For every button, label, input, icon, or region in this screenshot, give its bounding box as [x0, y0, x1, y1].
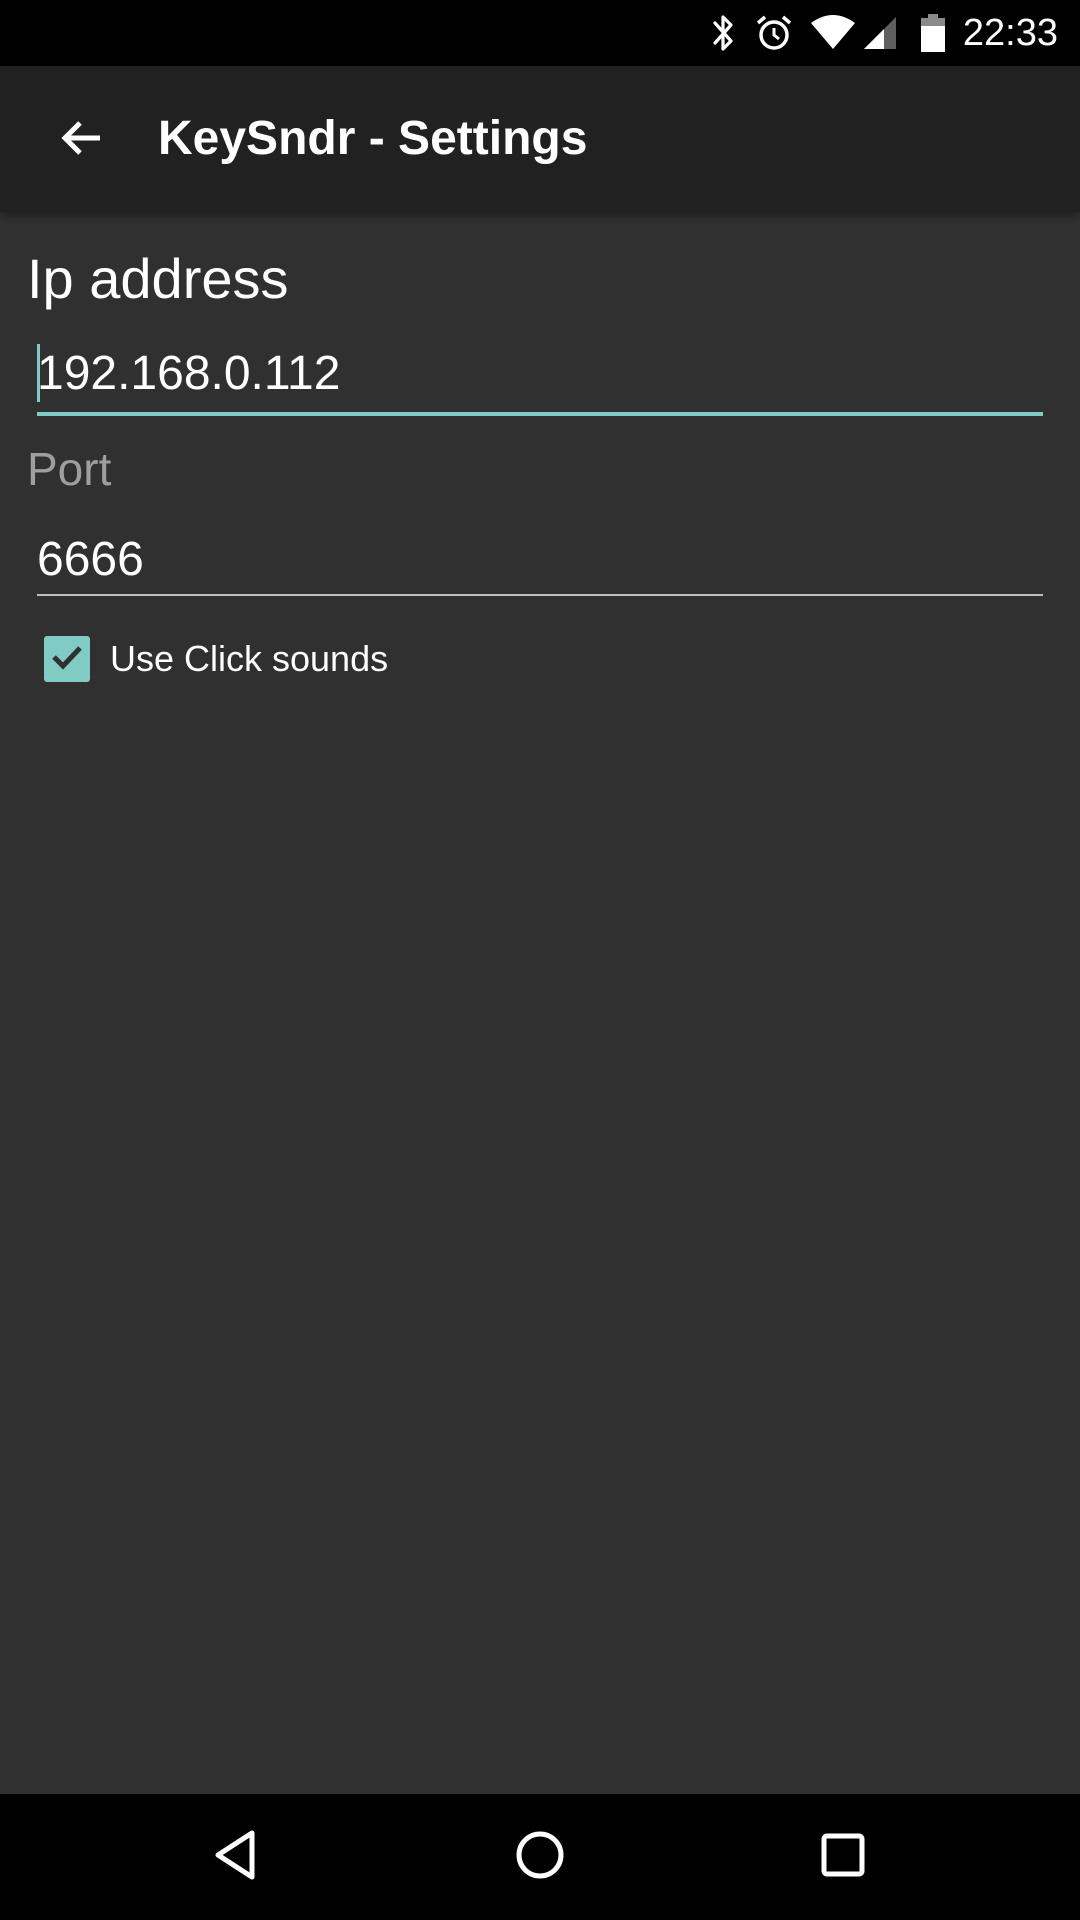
app-bar: KeySndr - Settings — [0, 66, 1080, 212]
bluetooth-icon — [706, 0, 742, 66]
wifi-icon — [808, 0, 858, 66]
back-triangle-icon — [208, 1827, 264, 1887]
arrow-back-icon — [58, 114, 106, 166]
status-bar: 22:33 — [0, 0, 1080, 66]
port-label: Port — [27, 443, 112, 495]
back-button[interactable] — [34, 92, 130, 188]
click-sounds-option[interactable]: Use Click sounds — [44, 636, 388, 682]
alarm-icon — [752, 0, 796, 66]
port-field[interactable]: 6666 — [37, 520, 1043, 596]
ip-address-label: Ip address — [27, 247, 289, 310]
click-sounds-checkbox[interactable] — [44, 636, 90, 682]
nav-back-button[interactable] — [191, 1812, 281, 1902]
page-title: KeySndr - Settings — [158, 112, 588, 165]
checkmark-icon — [49, 639, 85, 679]
recents-square-icon — [815, 1827, 871, 1887]
ip-address-value: 192.168.0.112 — [37, 347, 341, 400]
nav-home-button[interactable] — [495, 1812, 585, 1902]
navigation-bar — [0, 1794, 1080, 1920]
nav-recents-button[interactable] — [798, 1812, 888, 1902]
signal-icon — [860, 0, 900, 66]
home-circle-icon — [512, 1827, 568, 1887]
port-value: 6666 — [37, 533, 144, 586]
battery-icon — [916, 0, 950, 66]
click-sounds-label: Use Click sounds — [110, 638, 389, 679]
status-time: 22:33 — [962, 12, 1058, 54]
ip-address-field[interactable]: 192.168.0.112 — [37, 336, 1043, 416]
